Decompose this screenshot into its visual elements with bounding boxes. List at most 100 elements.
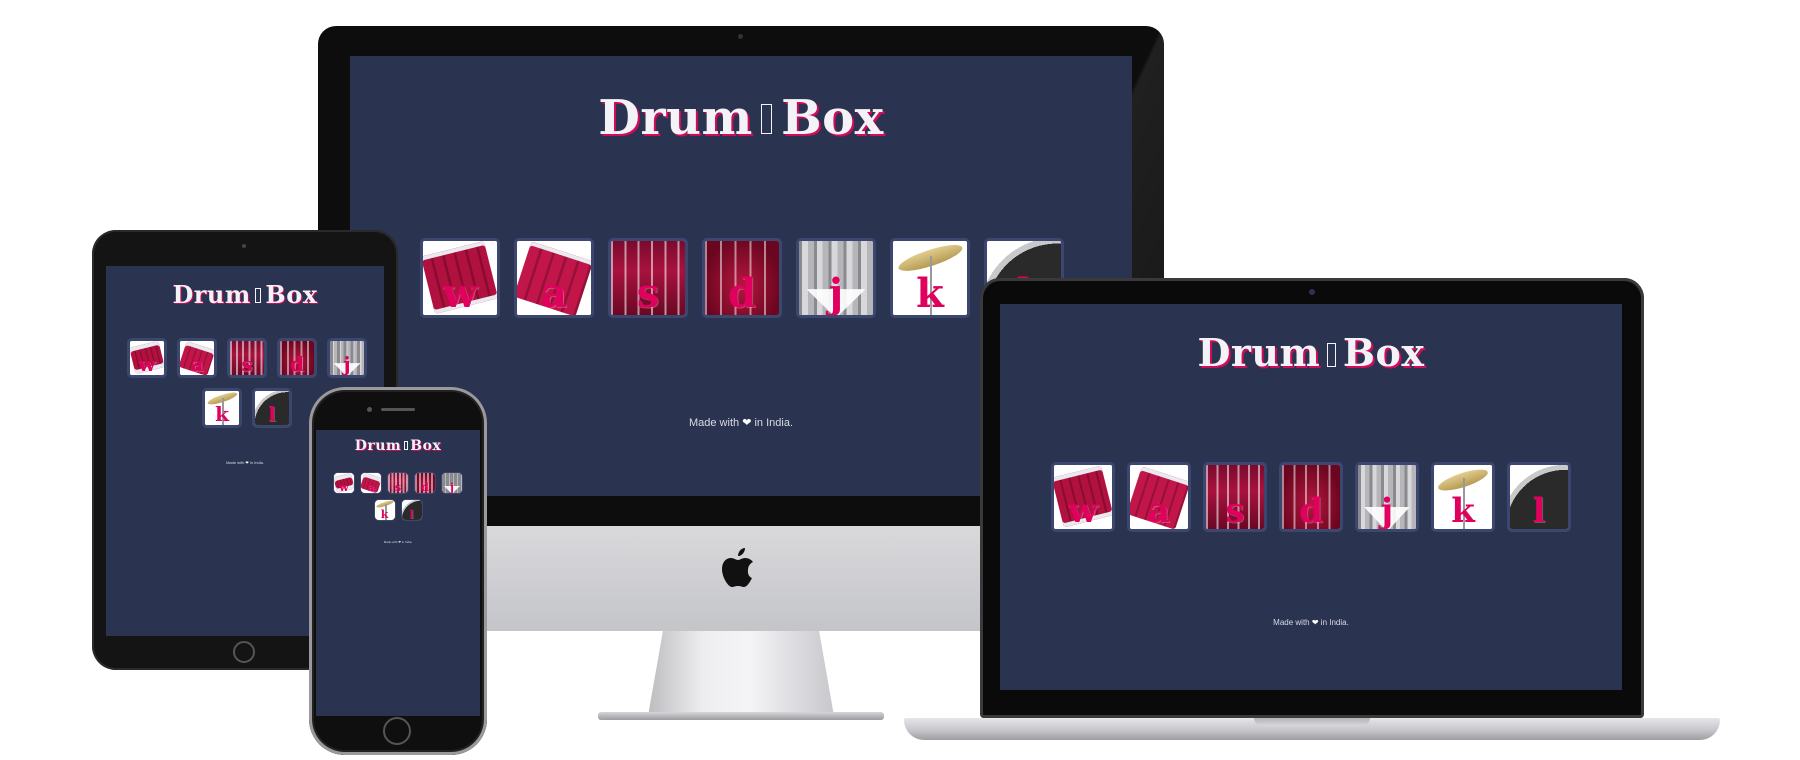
drum-pad-d[interactable]: d: [277, 338, 317, 378]
drum-pad-d[interactable]: d: [702, 238, 782, 318]
drum-pad-key-label: j: [450, 480, 454, 494]
drum-pad-s[interactable]: s: [1203, 462, 1267, 532]
title-word-box: Box: [410, 438, 442, 454]
iphone-screen: Drum Box wasdjkl Made with ❤ in India.: [316, 430, 480, 716]
iphone-speaker: [381, 408, 415, 411]
drum-pad-w[interactable]: w: [1051, 462, 1115, 532]
heart-icon: ❤: [398, 540, 401, 544]
drum-pad-key-label: d: [421, 480, 429, 494]
site-footer: Made with ❤ in India.: [1000, 618, 1622, 627]
drum-pad-key-label: d: [1299, 490, 1323, 531]
drum-pad-key-label: s: [241, 352, 253, 377]
apple-logo-icon: [718, 544, 762, 594]
drum-pad-key-label: s: [1225, 490, 1245, 531]
footer-in-india: in India.: [754, 417, 793, 429]
drum-pad-key-label: j: [1380, 490, 1394, 531]
drum-pad-j[interactable]: j: [1355, 462, 1419, 532]
drum-pad-key-label: w: [138, 352, 156, 377]
footer-in-india: in India.: [1320, 618, 1349, 627]
title-word-drum: Drum: [172, 280, 251, 309]
drum-pad-w[interactable]: w: [127, 338, 167, 378]
footer-made-with: Made with: [688, 417, 740, 429]
footer-made-with: Made with: [226, 460, 245, 465]
drum-pad-grid: wasdjkl: [324, 472, 472, 521]
drum-pad-row: wasdjkl: [1000, 462, 1622, 532]
drum-pad-key-label: j: [828, 269, 844, 317]
title-word-drum: Drum: [354, 438, 402, 454]
drum-pad-a[interactable]: a: [177, 338, 217, 378]
macbook-screen: Drum Box w a s d j k l Made with ❤ in India.: [1000, 304, 1622, 690]
drum-pad-s[interactable]: s: [387, 472, 409, 494]
drum-pad-key-label: w: [442, 269, 478, 317]
drum-pad-key-label: l: [409, 507, 414, 521]
drum-pad-row: kl: [373, 499, 423, 521]
footer-made-with: Made with: [1273, 618, 1310, 627]
title-word-box: Box: [1342, 330, 1425, 375]
drum-pad-key-label: w: [339, 480, 349, 494]
drum-pad-a[interactable]: a: [360, 472, 382, 494]
app-title: Drum Box: [350, 90, 1132, 146]
iphone-camera: [367, 407, 372, 412]
missing-glyph-icon: [761, 104, 773, 135]
drum-pad-j[interactable]: j: [796, 238, 876, 318]
footer-in-india: in India.: [249, 460, 264, 465]
imac-camera: [738, 34, 743, 39]
drum-pad-k[interactable]: k: [202, 388, 242, 428]
drum-pad-j[interactable]: j: [327, 338, 367, 378]
drum-pad-key-label: s: [394, 480, 402, 494]
drum-pad-d[interactable]: d: [1279, 462, 1343, 532]
drum-pad-key-label: k: [215, 402, 229, 427]
drum-pad-key-label: w: [1068, 490, 1098, 531]
drum-pad-key-label: a: [541, 269, 567, 317]
drum-pad-d[interactable]: d: [414, 472, 436, 494]
drum-pad-key-label: s: [636, 269, 660, 317]
title-word-drum: Drum: [598, 90, 753, 146]
title-word-drum: Drum: [1197, 330, 1321, 375]
drum-pad-key-label: k: [380, 507, 389, 521]
iphone-device: Drum Box wasdjkl Made with ❤ in India.: [309, 387, 487, 755]
heart-icon: ❤: [1311, 618, 1319, 627]
drum-pad-key-label: l: [1532, 490, 1546, 531]
missing-glyph-icon: [255, 287, 262, 303]
drum-pad-key-label: a: [367, 480, 375, 494]
drum-pad-row: wasdj: [127, 338, 367, 378]
drum-pad-row: kl: [202, 388, 292, 428]
app-title: Drum Box: [316, 438, 480, 454]
drum-pad-w[interactable]: w: [333, 472, 355, 494]
app-title: Drum Box: [1000, 330, 1622, 375]
iphone-home-button[interactable]: [383, 717, 411, 745]
drum-pad-key-label: j: [343, 352, 351, 377]
heart-icon: ❤: [245, 460, 249, 465]
drum-pad-l[interactable]: l: [400, 499, 423, 521]
heart-icon: ❤: [742, 417, 752, 429]
site-footer: Made with ❤ in India.: [316, 540, 480, 544]
app-title: Drum Box: [106, 280, 384, 309]
title-word-box: Box: [781, 90, 884, 146]
macbook-notch: [1254, 718, 1370, 726]
drum-pad-key-label: k: [1451, 490, 1475, 531]
drum-pad-l[interactable]: l: [1507, 462, 1571, 532]
drum-pad-a[interactable]: a: [514, 238, 594, 318]
drum-pad-row: wasdj: [333, 472, 463, 494]
footer-in-india: in India.: [401, 540, 413, 544]
missing-glyph-icon: [403, 440, 408, 450]
ipad-home-button[interactable]: [233, 641, 255, 663]
footer-made-with: Made with: [383, 540, 398, 544]
drum-pad-k[interactable]: k: [373, 499, 396, 521]
macbook-device: Drum Box w a s d j k l Made with ❤ in India.: [904, 278, 1720, 748]
drum-pad-k[interactable]: k: [1431, 462, 1495, 532]
drum-pads: wasdjkl: [1000, 462, 1622, 538]
drum-pad-key-label: a: [190, 352, 204, 377]
drum-pad-w[interactable]: w: [420, 238, 500, 318]
drum-pad-key-label: a: [1147, 490, 1171, 531]
drum-pad-a[interactable]: a: [1127, 462, 1191, 532]
imac-stand-foot: [598, 712, 884, 720]
drum-pad-s[interactable]: s: [608, 238, 688, 318]
drum-pad-l[interactable]: l: [252, 388, 292, 428]
drum-pad-j[interactable]: j: [441, 472, 463, 494]
title-word-box: Box: [265, 280, 318, 309]
drum-pad-key-label: d: [290, 352, 304, 377]
drum-pad-key-label: d: [728, 269, 756, 317]
drum-pad-s[interactable]: s: [227, 338, 267, 378]
imac-stand: [648, 631, 834, 716]
